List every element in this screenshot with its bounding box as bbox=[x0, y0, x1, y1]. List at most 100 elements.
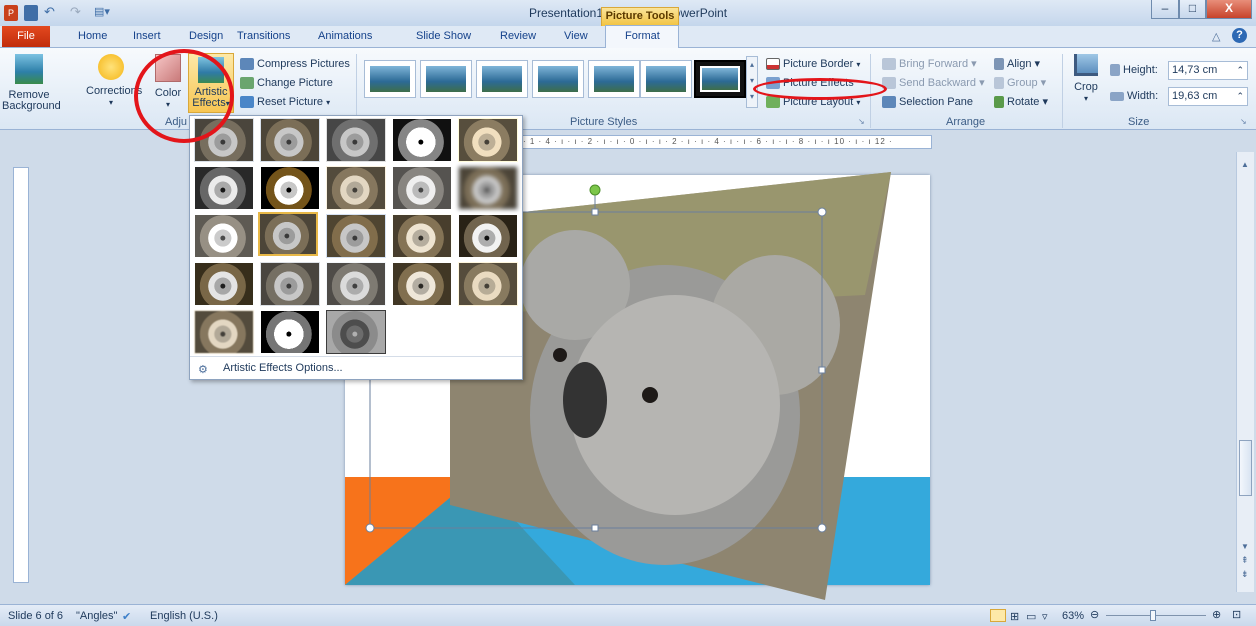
tab-transitions[interactable]: Transitions bbox=[237, 30, 290, 42]
zoom-in-icon[interactable]: ⊕ bbox=[1212, 608, 1221, 621]
vertical-scrollbar[interactable]: ▲ ▼ ⇞ ⇟ bbox=[1236, 152, 1254, 592]
tab-view[interactable]: View bbox=[564, 30, 588, 42]
help-icon[interactable]: ? bbox=[1232, 28, 1247, 43]
resize-handle-top-right[interactable] bbox=[817, 207, 827, 217]
scroll-down-icon[interactable]: ▼ bbox=[1241, 542, 1249, 551]
effect-thumb[interactable] bbox=[326, 310, 386, 354]
effect-thumb[interactable] bbox=[392, 214, 452, 258]
effect-thumb[interactable] bbox=[458, 262, 518, 306]
selection-pane-button[interactable]: Selection Pane bbox=[882, 94, 973, 111]
reset-picture-button[interactable]: Reset Picture ▾ bbox=[240, 94, 330, 111]
picture-style-5[interactable] bbox=[588, 60, 640, 98]
language-indicator[interactable]: English (U.S.) bbox=[150, 610, 218, 622]
tab-home[interactable]: Home bbox=[78, 30, 107, 42]
tab-format[interactable]: Format bbox=[625, 30, 660, 42]
collapse-ribbon-icon[interactable]: △ bbox=[1212, 30, 1220, 43]
picture-style-6[interactable] bbox=[640, 60, 692, 98]
tab-slide-show[interactable]: Slide Show bbox=[416, 30, 471, 42]
effect-thumb[interactable] bbox=[260, 310, 320, 354]
width-icon bbox=[1110, 91, 1124, 101]
corrections-chevron-icon: ▾ bbox=[108, 98, 113, 107]
reading-view-icon[interactable]: ▭ bbox=[1026, 610, 1036, 623]
height-spinner-icon[interactable]: ⌃ bbox=[1236, 62, 1244, 79]
resize-handle-bottom[interactable] bbox=[591, 524, 599, 532]
scroll-thumb[interactable] bbox=[1239, 440, 1252, 496]
picture-layout-icon bbox=[766, 96, 780, 109]
height-value: 14,73 cm bbox=[1172, 64, 1218, 76]
picture-styles-launcher-icon[interactable]: ↘ bbox=[858, 117, 865, 126]
slide-show-icon[interactable]: ▿ bbox=[1042, 610, 1048, 623]
effect-thumb[interactable] bbox=[458, 118, 518, 162]
picture-style-2[interactable] bbox=[420, 60, 472, 98]
width-spinner-icon[interactable]: ⌃ bbox=[1236, 88, 1244, 105]
effect-thumb[interactable] bbox=[326, 118, 386, 162]
effect-thumb[interactable] bbox=[326, 166, 386, 210]
crop-button[interactable]: Crop ▾ bbox=[1068, 54, 1104, 104]
effect-thumb-selected[interactable] bbox=[258, 212, 318, 256]
align-label: Align bbox=[1007, 58, 1032, 70]
effect-thumb[interactable] bbox=[194, 310, 254, 354]
tab-review[interactable]: Review bbox=[500, 30, 536, 42]
rotate-handle[interactable] bbox=[589, 184, 601, 196]
rotate-button[interactable]: Rotate ▾ bbox=[994, 94, 1048, 111]
effect-thumb[interactable] bbox=[392, 118, 452, 162]
bring-forward-button[interactable]: Bring Forward ▾ bbox=[882, 56, 977, 73]
picture-layout-chevron-icon: ▾ bbox=[856, 98, 861, 107]
corrections-button[interactable]: Corrections ▾ bbox=[86, 54, 143, 108]
picture-style-3[interactable] bbox=[476, 60, 528, 98]
effect-thumb[interactable] bbox=[194, 166, 254, 210]
remove-background-button[interactable]: Remove Background bbox=[2, 54, 61, 112]
height-input[interactable]: 14,73 cm ⌃ bbox=[1168, 61, 1248, 80]
picture-style-1[interactable] bbox=[364, 60, 416, 98]
corrections-label: Corrections bbox=[86, 85, 143, 97]
tab-insert[interactable]: Insert bbox=[133, 30, 161, 42]
zoom-slider-track[interactable] bbox=[1106, 615, 1206, 616]
align-button[interactable]: Align ▾ bbox=[994, 56, 1040, 73]
effect-thumb[interactable] bbox=[326, 214, 386, 258]
tab-animations[interactable]: Animations bbox=[318, 30, 372, 42]
resize-handle-bottom-left[interactable] bbox=[365, 523, 375, 533]
effect-thumb[interactable] bbox=[392, 166, 452, 210]
previous-slide-icon[interactable]: ⇞ bbox=[1241, 556, 1249, 565]
file-tab[interactable]: File bbox=[2, 26, 50, 47]
picture-style-7[interactable] bbox=[694, 60, 746, 98]
effect-thumb[interactable] bbox=[326, 262, 386, 306]
picture-style-4[interactable] bbox=[532, 60, 584, 98]
send-backward-button[interactable]: Send Backward ▾ bbox=[882, 75, 985, 92]
width-input[interactable]: 19,63 cm ⌃ bbox=[1168, 87, 1248, 106]
effect-thumb[interactable] bbox=[260, 166, 320, 210]
normal-view-icon[interactable] bbox=[990, 609, 1006, 622]
scroll-up-icon[interactable]: ▲ bbox=[1241, 160, 1249, 169]
theme-name[interactable]: "Angles" bbox=[76, 610, 117, 622]
effect-thumb[interactable] bbox=[260, 262, 320, 306]
next-slide-icon[interactable]: ⇟ bbox=[1241, 570, 1249, 579]
compress-pictures-button[interactable]: Compress Pictures bbox=[240, 56, 350, 73]
effect-thumb[interactable] bbox=[260, 118, 320, 162]
spell-check-icon[interactable]: ✔ bbox=[122, 610, 131, 623]
close-button[interactable]: X bbox=[1206, 0, 1252, 19]
zoom-level[interactable]: 63% bbox=[1062, 610, 1084, 622]
zoom-out-icon[interactable]: ⊖ bbox=[1090, 608, 1099, 621]
picture-border-button[interactable]: Picture Border ▾ bbox=[766, 56, 860, 73]
effect-thumb[interactable] bbox=[458, 166, 518, 210]
resize-handle-bottom-right[interactable] bbox=[817, 523, 827, 533]
status-bar: Slide 6 of 6 "Angles" ✔ English (U.S.) ⊞… bbox=[0, 604, 1256, 626]
fit-slide-icon[interactable]: ⊡ bbox=[1232, 608, 1241, 621]
minimize-button[interactable]: – bbox=[1151, 0, 1179, 19]
effect-thumb[interactable] bbox=[392, 262, 452, 306]
group-button[interactable]: Group ▾ bbox=[994, 75, 1046, 92]
gallery-scroll-icon[interactable]: ▴ ▾ ▾ bbox=[746, 56, 758, 108]
resize-handle-right[interactable] bbox=[818, 366, 826, 374]
reset-chevron-icon: ▾ bbox=[326, 98, 331, 107]
artistic-effects-options-item[interactable]: ⚙ Artistic Effects Options... bbox=[190, 359, 522, 379]
effect-thumb[interactable] bbox=[458, 214, 518, 258]
tab-design[interactable]: Design bbox=[189, 30, 223, 42]
maximize-button[interactable]: □ bbox=[1179, 0, 1206, 19]
slide-sorter-icon[interactable]: ⊞ bbox=[1010, 610, 1019, 623]
zoom-slider-thumb[interactable] bbox=[1150, 610, 1156, 621]
effect-thumb[interactable] bbox=[194, 262, 254, 306]
change-picture-button[interactable]: Change Picture bbox=[240, 75, 333, 92]
resize-handle-top[interactable] bbox=[591, 208, 599, 216]
effect-thumb[interactable] bbox=[194, 214, 254, 258]
size-launcher-icon[interactable]: ↘ bbox=[1240, 117, 1247, 126]
